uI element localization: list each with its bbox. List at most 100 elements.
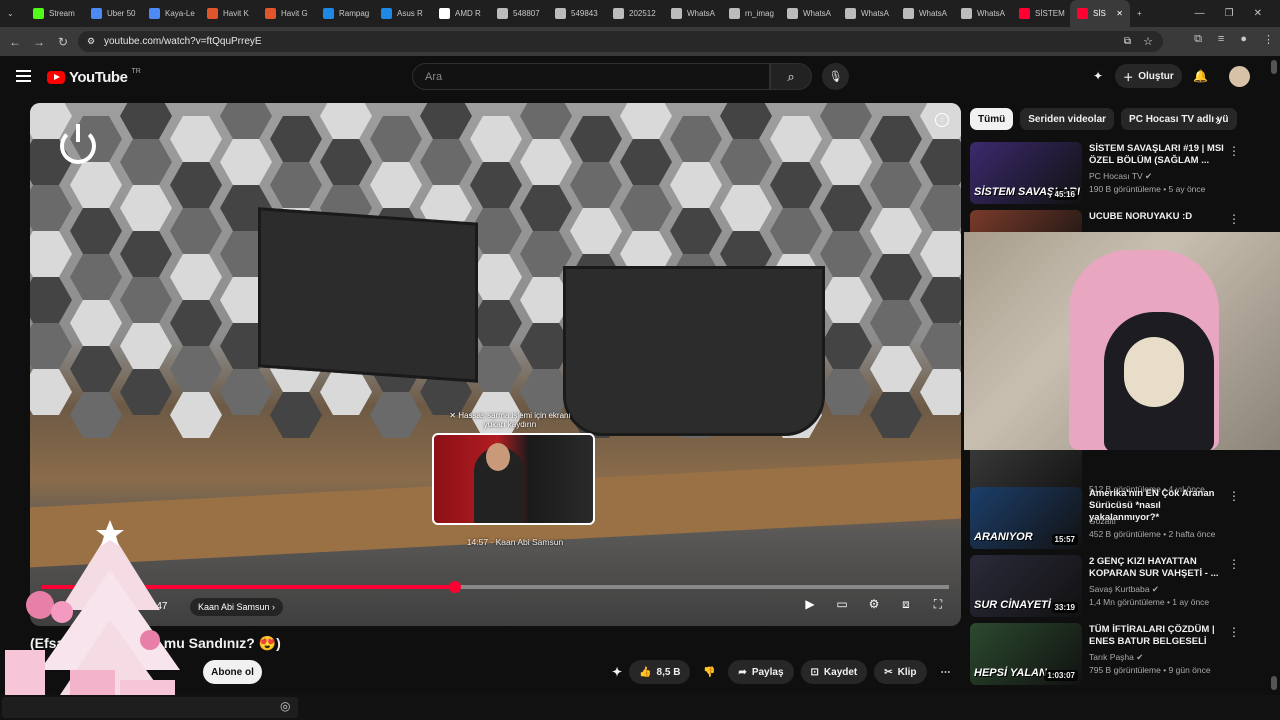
- search-button[interactable]: ⌕: [770, 63, 812, 90]
- chat-input[interactable]: [2, 697, 298, 718]
- browser-tab[interactable]: AMD R: [432, 0, 490, 27]
- autoplay-toggle-icon[interactable]: ▶: [801, 597, 819, 612]
- sparkle-ask-icon[interactable]: ✦: [612, 665, 622, 679]
- related-video-item[interactable]: SİSTEM SAVAŞLARI 45:16 SİSTEM SAVAŞLARI #1…: [970, 140, 1250, 204]
- chapter-button[interactable]: Kaan Abi Samsun ›: [190, 598, 284, 616]
- extensions-icon[interactable]: ⧉: [1194, 33, 1202, 46]
- channel-name[interactable]: PC Hocası TV ✔: [1089, 171, 1152, 182]
- browser-menu-icon[interactable]: ⋮: [1263, 33, 1274, 46]
- browser-tab[interactable]: Uber 50: [84, 0, 142, 27]
- related-video-item[interactable]: ARANIYOR 15:57 Amerika'nın EN Çok Aranan S…: [970, 485, 1250, 549]
- scissors-icon: ✂: [884, 666, 893, 678]
- video-thumbnail[interactable]: HEPSİ YALAN 1:03:07: [970, 623, 1082, 685]
- hex-tile: [170, 346, 222, 392]
- filter-chip[interactable]: Seriden videolar: [1020, 108, 1115, 130]
- miniplayer-icon[interactable]: ⧈: [897, 597, 915, 612]
- channel-name[interactable]: Savaş Kurtbaba ✔: [1089, 584, 1159, 595]
- copilot-icon[interactable]: ◎: [280, 699, 290, 713]
- create-button[interactable]: ＋ Oluştur: [1115, 64, 1182, 88]
- browser-tab[interactable]: 549843: [548, 0, 606, 27]
- more-vert-icon[interactable]: ⋮: [1228, 625, 1240, 639]
- browser-tab[interactable]: WhatsA: [838, 0, 896, 27]
- browser-tab[interactable]: 202512: [606, 0, 664, 27]
- related-video-item[interactable]: HEPSİ YALAN 1:03:07 TÜM İFTİRALARI ÇÖZDÜM …: [970, 621, 1250, 685]
- browser-tab[interactable]: Stream: [26, 0, 84, 27]
- browser-tab[interactable]: WhatsA: [954, 0, 1012, 27]
- reload-icon[interactable]: ↻: [51, 35, 75, 49]
- video-thumbnail[interactable]: ARANIYOR 15:57: [970, 487, 1082, 549]
- browser-tab[interactable]: Rampag: [316, 0, 374, 27]
- tab-label: Havit G: [281, 9, 308, 18]
- subtitles-icon[interactable]: ▭: [833, 597, 851, 612]
- seek-preview-thumbnail: [432, 433, 595, 525]
- notifications-bell-icon[interactable]: 🔔: [1193, 69, 1208, 83]
- site-info-icon[interactable]: ⚙: [87, 36, 95, 47]
- save-button[interactable]: ⊡ Kaydet: [800, 660, 868, 684]
- share-button[interactable]: ➦ Paylaş: [728, 660, 794, 684]
- reading-list-icon[interactable]: ≡: [1218, 33, 1224, 46]
- browser-tab[interactable]: Havit G: [258, 0, 316, 27]
- browser-tab[interactable]: Asus R: [374, 0, 432, 27]
- thumbnail-text: ARANIYOR: [974, 531, 1033, 543]
- dislike-button[interactable]: 👎: [697, 660, 721, 684]
- fullscreen-icon[interactable]: ⛶: [929, 597, 947, 612]
- scrubber-handle[interactable]: [448, 581, 461, 593]
- youtube-logo[interactable]: YouTube TR: [47, 68, 141, 86]
- page-scrollbar[interactable]: [1270, 60, 1278, 690]
- url-field[interactable]: ⚙ youtube.com/watch?v=ftQquPrreyE ⧉ ☆: [78, 31, 1163, 52]
- minimize-icon[interactable]: —: [1195, 8, 1205, 19]
- related-video-title[interactable]: SİSTEM SAVAŞLARI #19 | MSI ÖZEL BÖLÜM (S…: [1089, 143, 1229, 167]
- tab-favicon-icon: [265, 8, 276, 19]
- browser-tab[interactable]: WhatsA: [664, 0, 722, 27]
- forward-icon[interactable]: →: [27, 35, 51, 49]
- hex-tile: [370, 162, 422, 208]
- more-vert-icon[interactable]: ⋮: [1228, 212, 1240, 226]
- hex-tile: [720, 103, 772, 139]
- related-video-title[interactable]: UCUBE NORUYAKU :D: [1089, 211, 1229, 223]
- related-video-item[interactable]: SUR CİNAYETİ 33:19 2 GENÇ KIZI HAYATTAN KO…: [970, 553, 1250, 617]
- filter-chip[interactable]: Tümü: [970, 108, 1014, 130]
- more-vert-icon[interactable]: ⋮: [1228, 489, 1240, 503]
- more-actions-button[interactable]: ⋯: [934, 660, 958, 684]
- close-window-icon[interactable]: ✕: [1254, 8, 1262, 19]
- voice-search-button[interactable]: 🎙: [822, 63, 849, 90]
- channel-name[interactable]: Gözaltı: [1089, 516, 1116, 526]
- tab-search-menu[interactable]: ⌄: [0, 0, 26, 27]
- new-tab-button[interactable]: +: [1130, 0, 1154, 27]
- user-avatar[interactable]: [1229, 66, 1250, 87]
- browser-tab[interactable]: Havit K: [200, 0, 258, 27]
- tab-label: 202512: [629, 9, 656, 18]
- browser-tab[interactable]: 548807: [490, 0, 548, 27]
- browser-tab[interactable]: WhatsA: [896, 0, 954, 27]
- video-thumbnail[interactable]: SUR CİNAYETİ 33:19: [970, 555, 1082, 617]
- browser-tab[interactable]: SİS ✕: [1070, 0, 1130, 27]
- back-icon[interactable]: ←: [3, 35, 27, 49]
- profile-icon[interactable]: ●: [1240, 33, 1247, 46]
- related-video-title[interactable]: 2 GENÇ KIZI HAYATTAN KOPARAN SUR VAHŞETİ…: [1089, 556, 1229, 580]
- clip-button[interactable]: ✂ Klip: [874, 660, 927, 684]
- search-input[interactable]: Ara: [412, 63, 770, 90]
- info-icon[interactable]: i: [935, 113, 949, 127]
- channel-name[interactable]: Tarık Paşha ✔: [1089, 652, 1143, 663]
- more-vert-icon[interactable]: ⋮: [1228, 144, 1240, 158]
- related-video-title[interactable]: TÜM İFTİRALARI ÇÖZDÜM | ENES BATUR BELGE…: [1089, 624, 1229, 648]
- sparkle-icon[interactable]: ✦: [1093, 69, 1103, 83]
- hex-tile: [170, 208, 222, 254]
- tab-label: WhatsA: [687, 9, 716, 18]
- browser-tab[interactable]: rn_imag: [722, 0, 780, 27]
- more-vert-icon[interactable]: ⋮: [1228, 557, 1240, 571]
- video-thumbnail[interactable]: SİSTEM SAVAŞLARI 45:16: [970, 142, 1082, 204]
- close-tab-icon[interactable]: ✕: [1116, 9, 1123, 18]
- bookmark-star-icon[interactable]: ☆: [1143, 35, 1153, 48]
- chips-next-icon[interactable]: ›: [1215, 112, 1219, 127]
- restore-icon[interactable]: ❐: [1225, 8, 1234, 19]
- settings-gear-icon[interactable]: ⚙: [865, 597, 883, 612]
- hex-tile: [320, 369, 372, 415]
- browser-tab[interactable]: Kaya-Le: [142, 0, 200, 27]
- like-button[interactable]: 👍 8,5 B: [629, 660, 691, 684]
- cast-icon[interactable]: ⧉: [1124, 36, 1131, 47]
- subscribe-button[interactable]: Abone ol: [203, 660, 262, 684]
- browser-tab[interactable]: SİSTEM: [1012, 0, 1070, 27]
- browser-tab[interactable]: WhatsA: [780, 0, 838, 27]
- menu-icon[interactable]: [16, 70, 31, 85]
